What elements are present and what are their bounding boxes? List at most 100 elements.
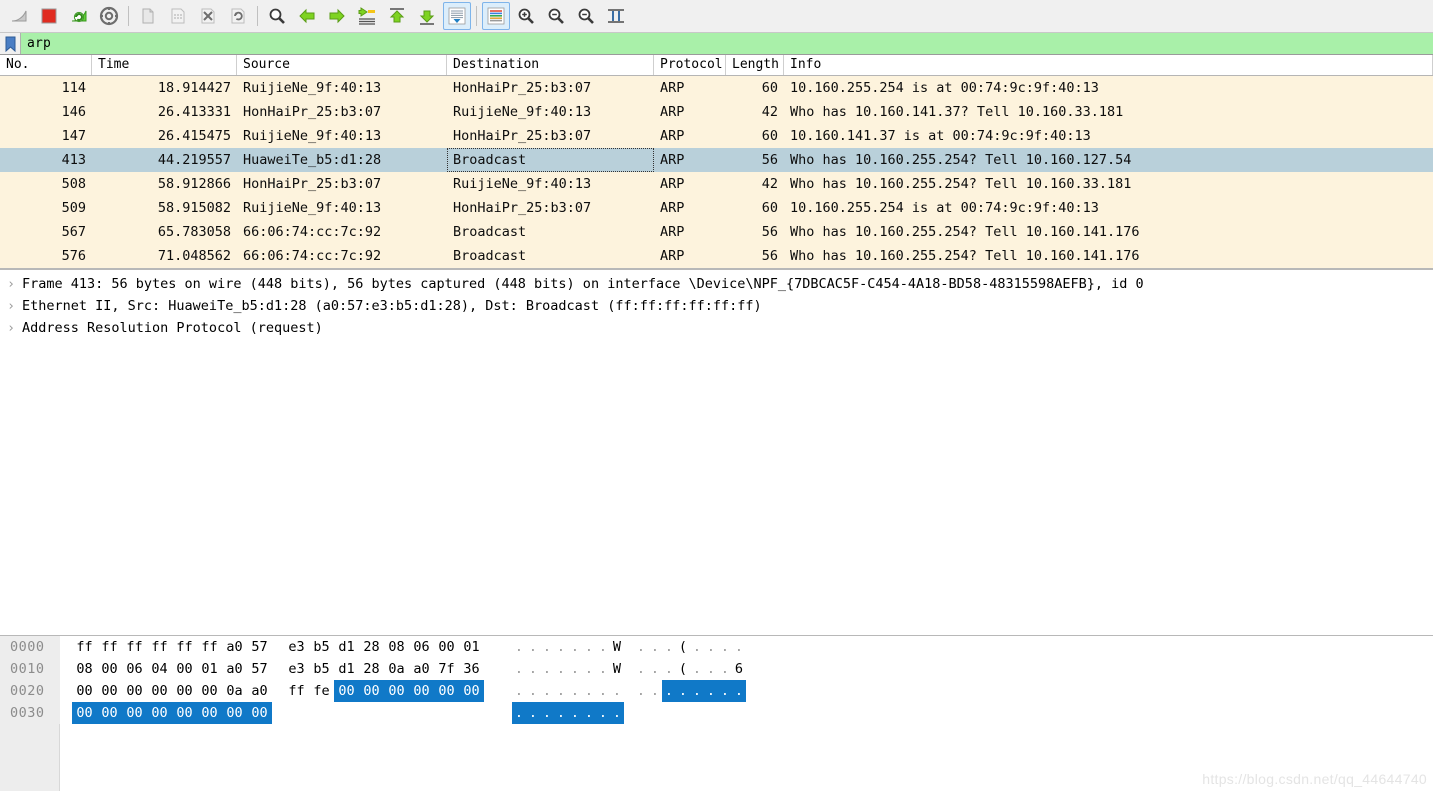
display-filter-input[interactable]: arp xyxy=(21,33,1433,54)
packet-list-pane[interactable]: No. Time Source Destination Protocol Len… xyxy=(0,55,1433,270)
ascii-char[interactable]: . xyxy=(554,702,568,724)
go-to-packet-icon[interactable] xyxy=(353,2,381,30)
ascii-char[interactable]: . xyxy=(540,658,554,680)
ascii-char[interactable]: . xyxy=(610,702,624,724)
colorize-icon[interactable] xyxy=(482,2,510,30)
zoom-in-icon[interactable] xyxy=(512,2,540,30)
bookmark-icon[interactable] xyxy=(0,33,21,54)
column-header-time[interactable]: Time xyxy=(92,55,237,75)
hex-byte[interactable]: ff xyxy=(97,636,122,658)
ascii-char[interactable]: . xyxy=(568,636,582,658)
ascii-char[interactable]: . xyxy=(554,680,568,702)
detail-tree-item[interactable]: › Frame 413: 56 bytes on wire (448 bits),… xyxy=(0,273,1433,295)
column-header-no[interactable]: No. xyxy=(0,55,92,75)
hex-byte[interactable]: 00 xyxy=(247,702,272,724)
hex-byte[interactable]: 00 xyxy=(147,702,172,724)
hex-byte[interactable]: 00 xyxy=(459,680,484,702)
hex-byte[interactable]: 08 xyxy=(384,636,409,658)
hex-byte[interactable]: b5 xyxy=(309,658,334,680)
ascii-char[interactable]: . xyxy=(610,680,624,702)
find-packet-icon[interactable] xyxy=(263,2,291,30)
hex-byte[interactable]: ff xyxy=(284,680,309,702)
ascii-char[interactable]: . xyxy=(526,658,540,680)
ascii-char[interactable]: . xyxy=(554,636,568,658)
hex-byte[interactable]: 06 xyxy=(409,636,434,658)
hex-byte[interactable]: e3 xyxy=(284,658,309,680)
ascii-char[interactable]: . xyxy=(718,680,732,702)
hex-byte[interactable]: 00 xyxy=(72,702,97,724)
table-row[interactable]: 509 58.915082 RuijieNe_9f:40:13 HonHaiPr_25… xyxy=(0,196,1433,220)
capture-options-icon[interactable] xyxy=(95,2,123,30)
ascii-char[interactable]: . xyxy=(676,680,690,702)
hex-byte[interactable]: a0 xyxy=(222,636,247,658)
ascii-char[interactable]: . xyxy=(582,658,596,680)
hex-byte[interactable]: 00 xyxy=(359,680,384,702)
ascii-char[interactable]: . xyxy=(690,680,704,702)
ascii-char[interactable]: . xyxy=(512,658,526,680)
column-header-destination[interactable]: Destination xyxy=(447,55,654,75)
ascii-char[interactable]: . xyxy=(596,702,610,724)
table-row[interactable]: 567 65.783058 66:06:74:cc:7c:92 Broadcast AR… xyxy=(0,220,1433,244)
hex-byte[interactable]: d1 xyxy=(334,658,359,680)
table-row[interactable]: 508 58.912866 HonHaiPr_25:b3:07 RuijieNe_9f… xyxy=(0,172,1433,196)
ascii-char[interactable]: . xyxy=(662,658,676,680)
stop-capture-icon[interactable] xyxy=(35,2,63,30)
chevron-right-icon[interactable]: › xyxy=(0,277,22,292)
hex-byte[interactable]: 08 xyxy=(72,658,97,680)
ascii-char[interactable]: . xyxy=(690,658,704,680)
ascii-char[interactable]: . xyxy=(554,658,568,680)
hex-byte[interactable]: ff xyxy=(122,636,147,658)
hex-byte[interactable]: 06 xyxy=(122,658,147,680)
ascii-char[interactable]: . xyxy=(662,636,676,658)
ascii-char[interactable]: . xyxy=(540,702,554,724)
hex-byte[interactable]: a0 xyxy=(409,658,434,680)
hex-byte[interactable]: 00 xyxy=(334,680,359,702)
hex-byte[interactable]: 28 xyxy=(359,636,384,658)
hex-byte[interactable]: 0a xyxy=(384,658,409,680)
packet-bytes-pane[interactable]: 0000 ff ff ff ff ff ff a0 57 e3 b5 d1 28 08 06 00 01....… xyxy=(0,636,1433,791)
hex-byte[interactable]: 00 xyxy=(197,680,222,702)
ascii-char[interactable]: 6 xyxy=(732,658,746,680)
packet-details-pane[interactable]: › Frame 413: 56 bytes on wire (448 bits),… xyxy=(0,270,1433,636)
hex-byte[interactable]: 00 xyxy=(409,680,434,702)
hex-byte[interactable]: 00 xyxy=(172,658,197,680)
chevron-right-icon[interactable]: › xyxy=(0,299,22,314)
hex-byte[interactable]: 00 xyxy=(384,680,409,702)
ascii-char[interactable]: . xyxy=(732,680,746,702)
restart-capture-icon[interactable] xyxy=(65,2,93,30)
open-file-icon[interactable] xyxy=(134,2,162,30)
hex-byte[interactable]: 00 xyxy=(97,680,122,702)
hex-byte[interactable]: 00 xyxy=(172,680,197,702)
ascii-char[interactable]: W xyxy=(610,658,624,680)
hex-byte[interactable]: ff xyxy=(197,636,222,658)
save-file-icon[interactable] xyxy=(164,2,192,30)
hex-byte[interactable]: 57 xyxy=(247,636,272,658)
ascii-char[interactable]: . xyxy=(718,658,732,680)
ascii-char[interactable]: . xyxy=(540,680,554,702)
hex-byte[interactable]: b5 xyxy=(309,636,334,658)
hex-byte[interactable]: 01 xyxy=(459,636,484,658)
table-row[interactable]: 146 26.413331 HonHaiPr_25:b3:07 RuijieNe_9f… xyxy=(0,100,1433,124)
ascii-char[interactable]: . xyxy=(648,636,662,658)
detail-tree-item[interactable]: › Ethernet II, Src: HuaweiTe_b5:d1:28 (a0… xyxy=(0,295,1433,317)
ascii-char[interactable]: . xyxy=(526,702,540,724)
column-header-source[interactable]: Source xyxy=(237,55,447,75)
go-to-last-packet-icon[interactable] xyxy=(413,2,441,30)
ascii-char[interactable]: . xyxy=(526,636,540,658)
close-file-icon[interactable] xyxy=(194,2,222,30)
table-row[interactable]: 114 18.914427 RuijieNe_9f:40:13 HonHaiPr_25… xyxy=(0,76,1433,100)
table-row[interactable]: 413 44.219557 HuaweiTe_b5:d1:28 Broadcast AR… xyxy=(0,148,1433,172)
hex-byte[interactable]: d1 xyxy=(334,636,359,658)
hex-byte[interactable]: 00 xyxy=(434,680,459,702)
ascii-char[interactable]: . xyxy=(596,680,610,702)
ascii-char[interactable]: . xyxy=(540,636,554,658)
hex-byte[interactable]: ff xyxy=(172,636,197,658)
ascii-char[interactable]: . xyxy=(568,702,582,724)
hex-byte[interactable]: 7f xyxy=(434,658,459,680)
ascii-char[interactable]: . xyxy=(718,636,732,658)
ascii-char[interactable]: . xyxy=(582,702,596,724)
ascii-char[interactable]: . xyxy=(568,680,582,702)
column-header-info[interactable]: Info xyxy=(784,55,1433,75)
ascii-char[interactable]: . xyxy=(596,636,610,658)
hex-byte[interactable]: 36 xyxy=(459,658,484,680)
